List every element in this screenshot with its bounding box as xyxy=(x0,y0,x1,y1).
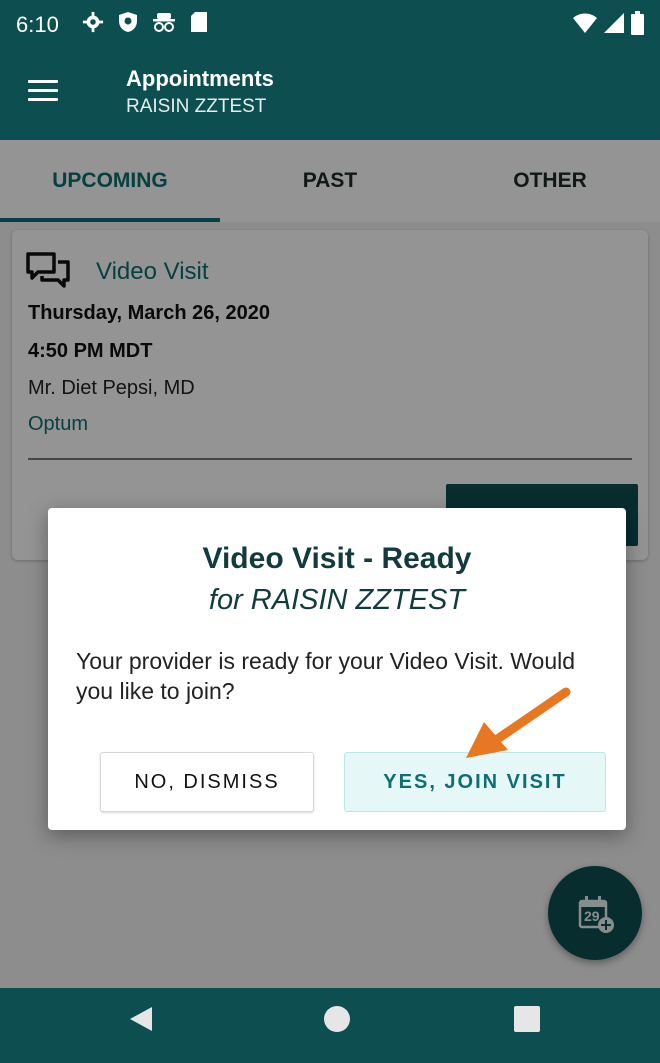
status-icons-right xyxy=(573,11,644,35)
shield-icon xyxy=(119,12,137,32)
video-visit-ready-dialog: Video Visit - Ready for RAISIN ZZTEST Yo… xyxy=(48,508,626,830)
incognito-icon xyxy=(153,13,175,32)
settings-icon xyxy=(82,11,104,33)
sd-card-icon xyxy=(191,12,207,32)
wifi-icon xyxy=(573,13,597,33)
orange-arrow-icon xyxy=(466,687,571,758)
recent-apps-icon[interactable] xyxy=(514,1006,540,1032)
app-bar: Appointments RAISIN ZZTEST xyxy=(0,48,660,140)
status-icons-left xyxy=(82,11,208,33)
signal-icon xyxy=(604,13,624,33)
hamburger-menu-icon[interactable] xyxy=(28,74,68,114)
app-subtitle: RAISIN ZZTEST xyxy=(126,96,267,117)
dialog-title: Video Visit - Ready xyxy=(202,542,472,575)
battery-icon xyxy=(631,11,644,35)
status-time: 6:10 xyxy=(16,12,59,37)
app-screen: 6:10 Appointments RAISIN ZZTEST UPCOMING… xyxy=(0,0,660,1063)
app-title: Appointments xyxy=(126,66,274,91)
back-icon[interactable] xyxy=(128,1006,154,1032)
home-icon[interactable] xyxy=(324,1006,350,1032)
status-bar: 6:10 xyxy=(0,0,660,48)
dismiss-button[interactable]: NO, DISMISS xyxy=(100,752,314,812)
system-nav-bar xyxy=(0,988,660,1063)
dialog-subtitle: for RAISIN ZZTEST xyxy=(208,584,466,616)
